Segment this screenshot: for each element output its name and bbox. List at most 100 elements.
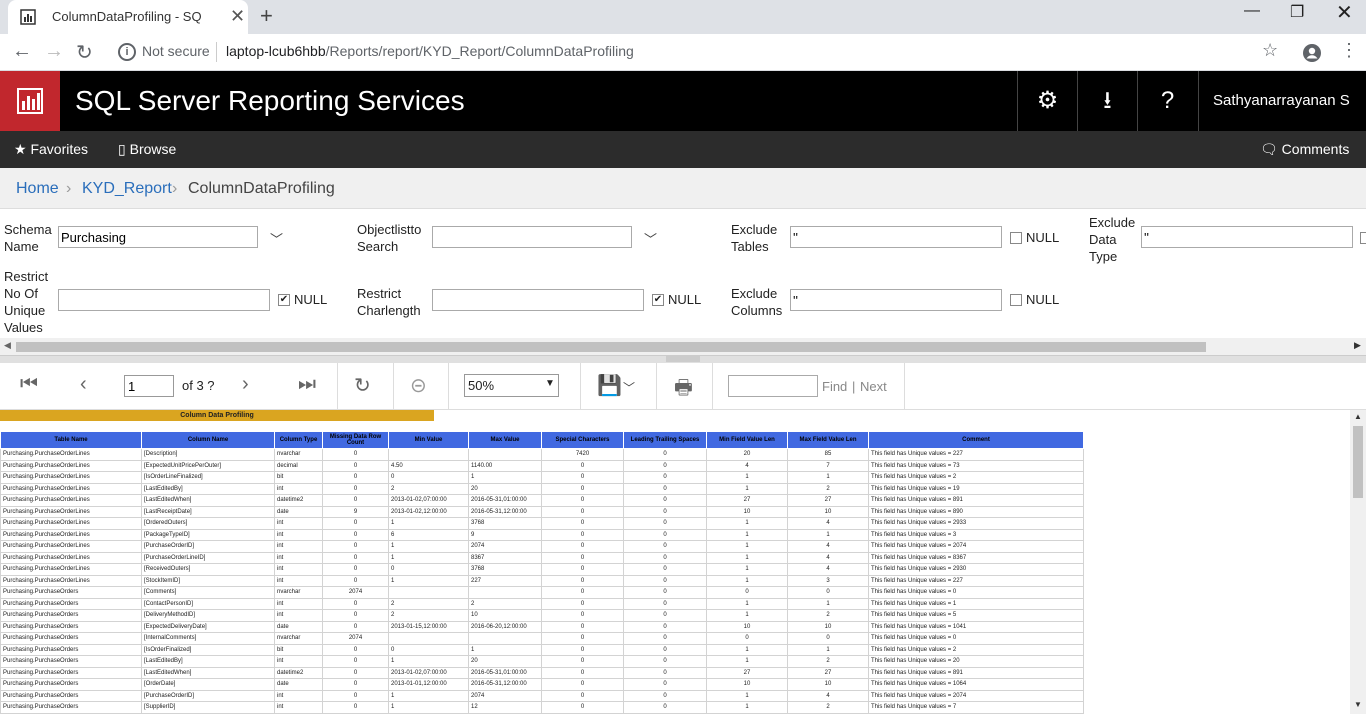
table-cell: 1 [388, 540, 469, 553]
restore-icon[interactable]: ❐ [1290, 2, 1304, 22]
table-cell: This field has Unique values = 8367 [868, 551, 1084, 564]
forward-icon[interactable]: → [44, 40, 64, 63]
table-row: Purchasing.PurchaseOrderLines [PurchaseOr… [0, 551, 1084, 564]
scroll-up-icon[interactable]: ▲ [1354, 412, 1362, 421]
tab-close-icon[interactable]: ✕ [230, 6, 245, 27]
restrict-unique-input[interactable] [58, 289, 270, 311]
restrict-charlength-input[interactable] [432, 289, 644, 311]
table-cell: Purchasing.PurchaseOrderLines [0, 517, 142, 530]
browser-tab[interactable]: ColumnDataProfiling - SQL Serve ✕ [8, 0, 248, 34]
exclude-columns-null-checkbox[interactable] [1010, 294, 1022, 306]
user-name[interactable]: Sathyanarrayanan S [1198, 71, 1366, 131]
table-cell: 2074 [468, 540, 542, 553]
help-icon[interactable]: ? [1137, 71, 1197, 131]
previous-page-icon[interactable]: ‹ [80, 373, 87, 396]
browser-menu-icon[interactable]: ⋮ [1340, 40, 1358, 61]
breadcrumb-chevron-icon: › [66, 180, 72, 197]
next-page-icon[interactable]: › [242, 373, 249, 396]
schema-dropdown-chevron-icon[interactable]: ﹀ [270, 229, 283, 248]
refresh-icon[interactable]: ↻ [354, 373, 371, 398]
table-cell: 2 [388, 597, 469, 610]
scroll-right-icon[interactable]: ▶ [1354, 340, 1361, 351]
export-dropdown-icon[interactable]: ﹀ [623, 379, 635, 396]
url-text[interactable]: laptop-lcub6hbb/Reports/report/KYD_Repor… [226, 43, 634, 59]
table-cell: 0 [541, 597, 624, 610]
profile-icon[interactable] [1302, 43, 1322, 63]
ssrs-logo-icon[interactable] [0, 71, 60, 131]
back-to-parent-icon[interactable]: ⊝ [410, 373, 427, 398]
breadcrumb-home[interactable]: Home [16, 180, 59, 198]
breadcrumb-current: ColumnDataProfiling [188, 180, 335, 197]
table-cell: 2 [787, 482, 869, 495]
table-cell: This field has Unique values = 2933 [868, 517, 1084, 530]
restrict-charlength-null-checkbox[interactable]: ✔ [652, 294, 664, 306]
window-close-icon[interactable]: ✕ [1336, 0, 1353, 25]
browse-link[interactable]: ▯ Browse [118, 141, 176, 158]
table-cell: 0 [623, 678, 707, 691]
find-next-button[interactable]: Next [860, 379, 887, 394]
schema-name-input[interactable] [58, 226, 258, 248]
horizontal-scrollbar[interactable]: ◀ ▶ [0, 338, 1366, 355]
table-cell: 2013-01-01,12:00:00 [388, 678, 469, 691]
table-cell: 1 [706, 701, 788, 714]
exclude-tables-null-checkbox[interactable] [1010, 232, 1022, 244]
reload-icon[interactable]: ↻ [76, 40, 93, 65]
back-icon[interactable]: ← [12, 40, 32, 63]
browse-label: Browse [129, 141, 177, 157]
table-cell: Purchasing.PurchaseOrders [0, 689, 142, 702]
table-cell: 85 [787, 448, 869, 461]
table-cell: 2 [388, 482, 469, 495]
last-page-icon[interactable]: ⏭ [298, 373, 316, 396]
table-cell: 1 [706, 551, 788, 564]
table-cell [388, 586, 469, 599]
omnibox[interactable]: i Not secure laptop-lcub6hbb/Reports/rep… [108, 37, 1292, 67]
breadcrumb: Home › KYD_Report › ColumnDataProfiling [0, 168, 1366, 208]
exclude-tables-input[interactable] [790, 226, 1002, 248]
first-page-icon[interactable]: ⏮ [20, 373, 38, 396]
toolbar-divider [393, 363, 394, 410]
print-icon[interactable]: 🖶 [674, 373, 693, 407]
objectlist-input[interactable] [432, 226, 632, 248]
parameters-splitter[interactable] [0, 355, 1366, 363]
exclude-columns-input[interactable] [790, 289, 1002, 311]
table-cell: 227 [468, 574, 542, 587]
exclude-tables-label: Exclude Tables [731, 222, 778, 254]
exclude-datatype-null-checkbox[interactable] [1360, 232, 1366, 244]
zoom-select[interactable]: 50% ▼ [464, 374, 559, 397]
download-icon[interactable]: ⭳ [1077, 71, 1137, 131]
info-icon[interactable]: i [118, 43, 136, 61]
new-tab-icon[interactable]: + [260, 3, 273, 29]
comments-link[interactable]: 🗨 Comments [1260, 141, 1349, 158]
scroll-down-icon[interactable]: ▼ [1354, 700, 1362, 709]
horizontal-scroll-thumb[interactable] [16, 342, 1206, 352]
find-input[interactable] [728, 375, 818, 397]
table-cell: Purchasing.PurchaseOrders [0, 678, 142, 691]
restrict-unique-null-checkbox[interactable]: ✔ [278, 294, 290, 306]
table-cell: 1 [706, 643, 788, 656]
find-button[interactable]: Find [822, 379, 847, 394]
vertical-scrollbar[interactable]: ▲ ▼ [1350, 410, 1366, 714]
table-cell: 0 [623, 517, 707, 530]
table-cell: 4 [787, 551, 869, 564]
table-cell: 4 [787, 540, 869, 553]
table-cell: 10 [706, 505, 788, 518]
table-row: Purchasing.PurchaseOrderLines [Descriptio… [0, 448, 1084, 461]
favorites-link[interactable]: ★ Favorites [14, 141, 88, 158]
page-number-input[interactable] [124, 375, 174, 397]
bookmark-star-icon[interactable]: ☆ [1262, 40, 1278, 61]
collapse-parameters-handle[interactable] [666, 356, 700, 362]
settings-gear-icon[interactable]: ⚙ [1017, 71, 1077, 131]
table-cell: [DeliveryMethodID] [141, 609, 275, 622]
column-header: Comment [868, 431, 1084, 449]
minimize-icon[interactable]: — [1244, 2, 1260, 20]
table-cell: [LastReceiptDate] [141, 505, 275, 518]
url-path: /Reports/report/KYD_Report/ColumnDataPro… [325, 43, 634, 59]
table-cell: 0 [787, 632, 869, 645]
breadcrumb-folder[interactable]: KYD_Report [82, 180, 172, 198]
objectlist-dropdown-chevron-icon[interactable]: ﹀ [644, 229, 657, 248]
scroll-left-icon[interactable]: ◀ [4, 340, 11, 351]
exclude-datatype-input[interactable] [1141, 226, 1353, 248]
export-save-icon[interactable]: 💾 [597, 373, 622, 398]
vertical-scroll-thumb[interactable] [1353, 426, 1363, 498]
table-cell: This field has Unique values = 227 [868, 448, 1084, 461]
